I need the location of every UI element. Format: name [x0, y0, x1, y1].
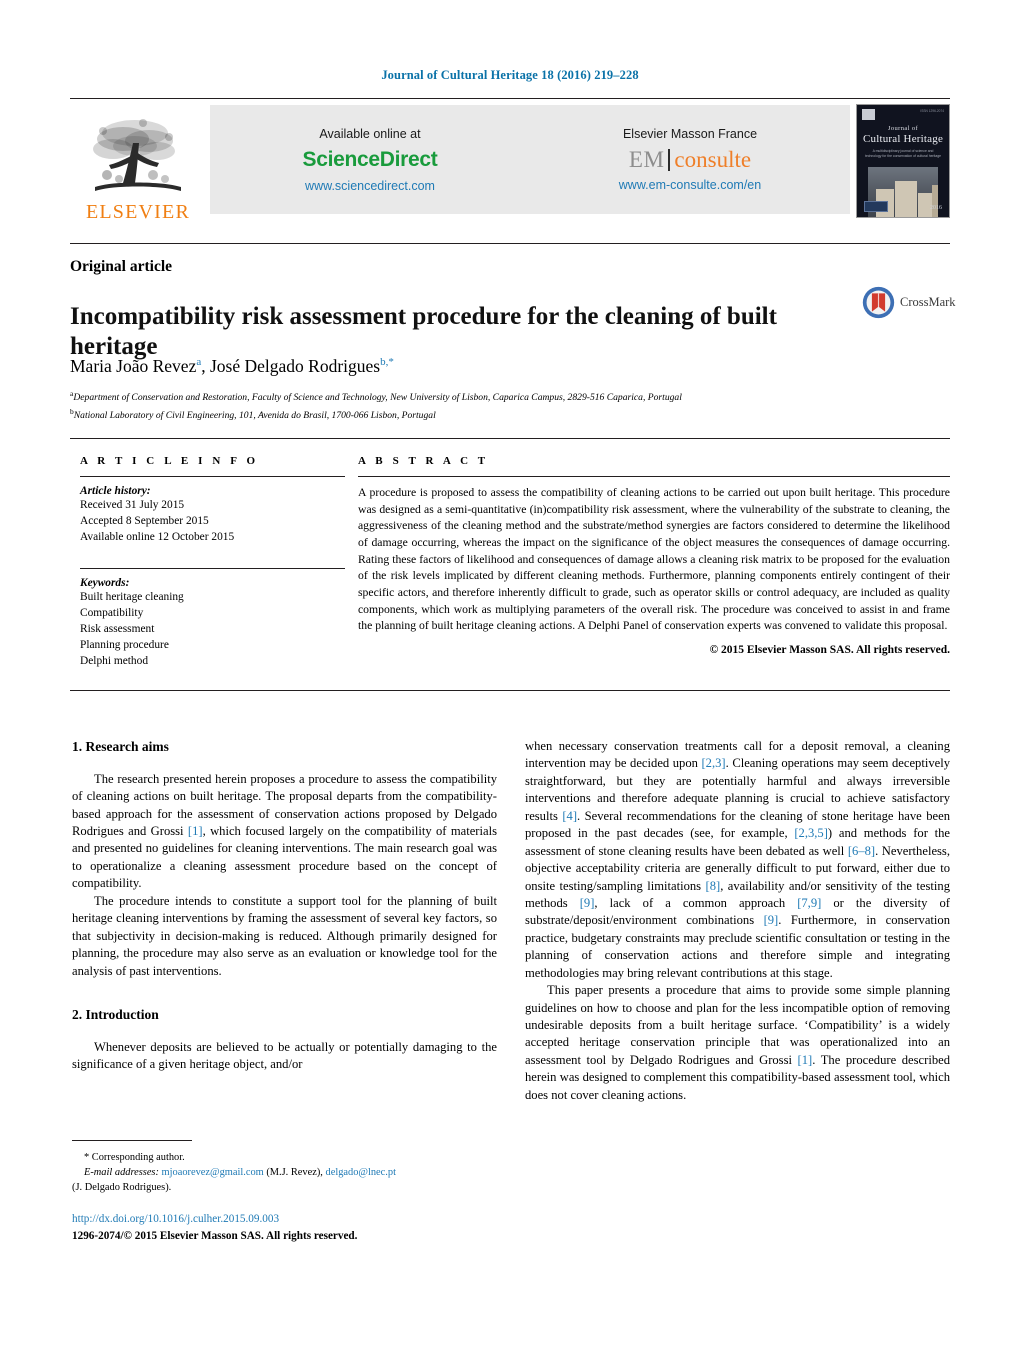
abstract-text: A procedure is proposed to assess the co…: [358, 486, 950, 633]
keyword-item: Planning procedure: [80, 639, 169, 652]
article-info-rule: [80, 476, 345, 477]
citation-link[interactable]: [8]: [706, 879, 721, 893]
email-link-revez[interactable]: mjoaorevez@gmail.com: [162, 1167, 264, 1178]
keyword-item: Delphi method: [80, 655, 149, 668]
affiliation-a: aDepartment of Conservation and Restorat…: [70, 388, 950, 406]
body-column-right: when necessary conservation treatments c…: [525, 738, 950, 1104]
elsevier-logo: ELSEVIER: [70, 99, 206, 224]
article-info-heading: A R T I C L E I N F O: [80, 455, 259, 467]
paragraph: The procedure intends to constitute a su…: [72, 893, 497, 978]
keyword-item: Compatibility: [80, 606, 144, 619]
corresponding-author-line: * Corresponding author.: [84, 1152, 185, 1163]
elsevier-wordmark: ELSEVIER: [85, 201, 191, 223]
cover-elsevier-icon: [862, 109, 875, 120]
citation-link[interactable]: [2,3]: [701, 756, 725, 770]
keywords-rule: [80, 567, 345, 569]
info-block-top-rule: [70, 438, 950, 439]
article-type: Original article: [70, 258, 173, 275]
history-online: Available online 12 October 2015: [80, 531, 235, 544]
author-list: Maria João Reveza, José Delgado Rodrigue…: [70, 356, 950, 377]
paragraph-continued: when necessary conservation treatments c…: [525, 738, 950, 982]
journal-cover-thumbnail: ISSN 1296-2074 Journal of Cultural Herit…: [856, 104, 950, 218]
keyword-item: Built heritage cleaning: [80, 590, 184, 603]
elsevier-tree-icon: [93, 119, 181, 191]
affiliation-text-a: Department of Conservation and Restorati…: [73, 392, 682, 404]
paper-page: Journal of Cultural Heritage 18 (2016) 2…: [0, 0, 1020, 1351]
footnote-rule: [72, 1140, 192, 1141]
abstract-column: A B S T R A C T A procedure is proposed …: [358, 455, 950, 656]
body-column-left: 1. Research aims The research presented …: [72, 738, 497, 1074]
history-received: Received 31 July 2015: [80, 499, 185, 511]
para-text: , lack of a common approach: [594, 895, 798, 910]
corresponding-author-footnote: * Corresponding author. E-mail addresses…: [72, 1140, 497, 1195]
email-line: E-mail addresses: mjoaorevez@gmail.com (…: [72, 1165, 497, 1180]
citation-link[interactable]: [4]: [562, 809, 577, 823]
article-history-label: Article history:: [80, 485, 151, 497]
citation-link[interactable]: [9]: [764, 913, 779, 927]
article-info-column: A R T I C L E I N F O Article history: R…: [80, 455, 345, 670]
affiliation-list: aDepartment of Conservation and Restorat…: [70, 388, 950, 424]
history-accepted: Accepted 8 September 2015: [80, 515, 209, 528]
sciencedirect-wordmark: ScienceDirect: [302, 147, 438, 171]
crossmark-badge[interactable]: CrossMark: [862, 286, 956, 319]
citation-link[interactable]: [9]: [580, 896, 595, 910]
emconsulte-block: Elsevier Masson France EM consulte www.e…: [530, 105, 850, 214]
keyword-item: Risk assessment: [80, 622, 155, 635]
citation-link[interactable]: [6–8]: [848, 844, 875, 858]
section-heading-introduction: 2. Introduction: [72, 1006, 159, 1022]
cover-badge: [864, 201, 888, 212]
masthead-bottom-rule: [70, 243, 950, 244]
citation-link[interactable]: [1]: [188, 824, 203, 838]
affiliation-b: bNational Laboratory of Civil Engineerin…: [70, 406, 950, 424]
keywords-label: Keywords:: [80, 576, 130, 589]
section-heading-research-aims: 1. Research aims: [72, 739, 169, 754]
emconsulte-divider: [668, 148, 671, 171]
issn-copyright-line: 1296-2074/© 2015 Elsevier Masson SAS. Al…: [72, 1230, 358, 1243]
email-owner-revez: (M.J. Revez),: [266, 1167, 323, 1179]
cover-subtitle: A multidisciplinary journal of science a…: [865, 149, 941, 159]
paragraph: This paper presents a procedure that aim…: [525, 982, 950, 1104]
abstract-rule: [358, 476, 950, 477]
sciencedirect-url[interactable]: www.sciencedirect.com: [305, 179, 435, 193]
paragraph: Whenever deposits are believed to be act…: [72, 1039, 497, 1072]
cover-journal-name: Cultural Heritage: [862, 133, 944, 145]
footer-doi-block: http://dx.doi.org/10.1016/j.culher.2015.…: [72, 1211, 572, 1246]
authors-text: Maria João Reveza, José Delgado Rodrigue…: [70, 356, 394, 376]
crossmark-icon: [862, 286, 895, 319]
emconsulte-wordmark: EM consulte: [629, 148, 751, 171]
email-label: E-mail addresses:: [84, 1167, 159, 1179]
abstract-copyright: © 2015 Elsevier Masson SAS. All rights r…: [709, 644, 950, 657]
emconsulte-em: EM: [628, 147, 665, 172]
journal-masthead: ELSEVIER Available online at ScienceDire…: [70, 98, 950, 224]
page-title: Incompatibility risk assessment procedur…: [70, 302, 777, 361]
abstract-heading: A B S T R A C T: [358, 455, 489, 467]
email-owner-rodrigues: (J. Delgado Rodrigues).: [72, 1182, 172, 1194]
citation-link[interactable]: [7,9]: [797, 896, 821, 910]
crossmark-label: CrossMark: [900, 295, 956, 309]
emconsulte-url[interactable]: www.em-consulte.com/en: [619, 178, 761, 192]
paragraph: The research presented herein proposes a…: [72, 771, 497, 893]
sciencedirect-block: Available online at ScienceDirect www.sc…: [210, 105, 530, 214]
citation-link[interactable]: [1]: [798, 1053, 813, 1067]
cover-journal-word: Journal of: [887, 125, 919, 132]
cover-year: 2016: [930, 205, 942, 211]
sciencedirect-lead: Available online at: [319, 126, 421, 141]
cover-header-row: ISSN 1296-2074: [862, 109, 944, 120]
doi-link[interactable]: http://dx.doi.org/10.1016/j.culher.2015.…: [72, 1211, 572, 1228]
masthead-banner: Available online at ScienceDirect www.sc…: [210, 105, 850, 214]
emconsulte-consulte: consulte: [674, 147, 752, 172]
citation-link[interactable]: [2,3,5]: [794, 826, 828, 840]
info-block-bottom-rule: [70, 690, 950, 691]
running-head: Journal of Cultural Heritage 18 (2016) 2…: [381, 68, 639, 82]
cover-issn: ISSN 1296-2074: [920, 109, 944, 113]
affiliation-text-b: National Laboratory of Civil Engineering…: [73, 409, 436, 421]
emconsulte-lead: Elsevier Masson France: [622, 127, 758, 141]
email-link-rodrigues[interactable]: delgado@lnec.pt: [326, 1167, 396, 1178]
